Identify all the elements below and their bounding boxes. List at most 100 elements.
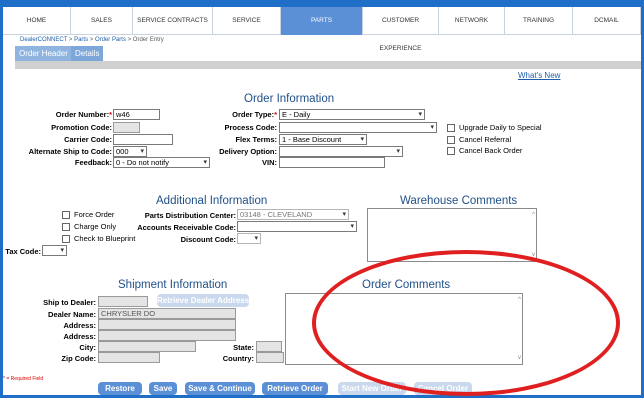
scroll-up-icon[interactable]: ^: [532, 212, 535, 218]
ship-to-dealer-input[interactable]: [98, 296, 148, 307]
breadcrumb-order-parts[interactable]: Order Parts: [95, 37, 126, 43]
nav-training[interactable]: TRAINING: [505, 7, 573, 35]
scroll-down-icon[interactable]: v: [518, 355, 521, 361]
nav-service[interactable]: SERVICE: [213, 7, 281, 35]
order-number-input[interactable]: w46: [113, 109, 160, 120]
tax-code-select[interactable]: ▾: [42, 245, 67, 256]
shipment-information-heading: Shipment Information: [118, 279, 228, 291]
address2-input[interactable]: [98, 330, 236, 341]
start-new-order-button[interactable]: Start New Order: [338, 382, 406, 395]
cancel-back-order-checkbox[interactable]: [447, 147, 455, 155]
scroll-down-icon[interactable]: v: [532, 252, 535, 258]
nav-sales[interactable]: SALES: [71, 7, 133, 35]
order-comments-textarea[interactable]: ^ v: [285, 293, 523, 365]
breadcrumb-parts[interactable]: Parts: [74, 37, 88, 43]
alt-ship-code-select[interactable]: 000 ▾: [113, 146, 147, 157]
feedback-value: 0 - Do not notify: [116, 158, 169, 167]
delivery-option-label: Delivery Option:: [219, 147, 277, 156]
nav-parts[interactable]: PARTS: [281, 7, 363, 35]
order-number-label-text: Order Number:: [55, 110, 110, 119]
breadcrumb-sep: >: [125, 37, 133, 43]
ar-code-select[interactable]: ▾: [237, 221, 357, 232]
delivery-option-select[interactable]: ▾: [279, 146, 403, 157]
dealer-name-value: CHRYSLER DO: [101, 309, 156, 318]
pdc-select[interactable]: 03148 - CLEVELAND ▾: [237, 209, 349, 220]
flex-terms-value: 1 - Base Discount: [282, 135, 342, 144]
chevron-down-icon: ▾: [203, 159, 207, 166]
alt-ship-code-label: Alternate Ship to Code:: [28, 147, 112, 156]
cancel-order-button[interactable]: Cancel Order: [414, 382, 472, 395]
order-type-select[interactable]: E - Daily ▾: [279, 109, 425, 120]
check-blueprint-label: Check to Blueprint: [74, 234, 136, 243]
discount-code-label: Discount Code:: [180, 235, 236, 244]
main-nav: HOME SALES SERVICE CONTRACTS SERVICE PAR…: [3, 7, 641, 52]
nav-service-contracts[interactable]: SERVICE CONTRACTS: [133, 7, 213, 35]
breadcrumb: DealerCONNECT > Parts > Order Parts > Or…: [20, 37, 164, 43]
check-blueprint-checkbox[interactable]: [62, 235, 70, 243]
address2-label: Address:: [63, 332, 96, 341]
nav-customer-experience[interactable]: CUSTOMER EXPERIENCE: [363, 7, 439, 52]
tab-underline-bar: [15, 61, 641, 69]
vin-label: VIN:: [262, 158, 277, 167]
retrieve-order-button[interactable]: Retrieve Order: [262, 382, 328, 395]
order-type-label: Order Type:*: [205, 110, 277, 119]
warehouse-comments-textarea[interactable]: ^ v: [367, 208, 537, 262]
feedback-label: Feedback:: [74, 158, 112, 167]
pdc-label: Parts Distribution Center:: [144, 211, 236, 220]
promotion-code-input[interactable]: [113, 122, 140, 133]
tab-order-header[interactable]: Order Header: [15, 46, 72, 61]
flex-terms-label: Flex Terms:: [235, 135, 277, 144]
chevron-down-icon: ▾: [360, 136, 364, 143]
restore-button[interactable]: Restore: [98, 382, 142, 395]
address1-label: Address:: [63, 321, 96, 330]
cancel-back-order-label: Cancel Back Order: [459, 146, 523, 155]
state-input[interactable]: [256, 341, 282, 352]
vin-input[interactable]: [279, 157, 385, 168]
nav-home[interactable]: HOME: [3, 7, 71, 35]
required-field-note: * = Required Field: [3, 376, 44, 382]
pdc-value: 03148 - CLEVELAND: [240, 210, 313, 219]
breadcrumb-dealerconnect[interactable]: DealerCONNECT: [20, 37, 67, 43]
discount-code-select[interactable]: ▾: [237, 233, 261, 244]
upgrade-daily-label: Upgrade Daily to Special: [459, 123, 542, 132]
city-input[interactable]: [98, 341, 196, 352]
carrier-code-input[interactable]: [113, 134, 173, 145]
process-code-select[interactable]: ▾: [279, 122, 437, 133]
scroll-up-icon[interactable]: ^: [518, 297, 521, 303]
order-type-label-text: Order Type:: [232, 110, 275, 119]
save-button[interactable]: Save: [149, 382, 177, 395]
address1-input[interactable]: [98, 319, 236, 330]
chevron-down-icon: ▾: [350, 223, 354, 230]
breadcrumb-sep: >: [88, 37, 95, 43]
upgrade-daily-checkbox[interactable]: [447, 124, 455, 132]
flex-terms-select[interactable]: 1 - Base Discount ▾: [279, 134, 367, 145]
warehouse-comments-heading: Warehouse Comments: [400, 195, 518, 207]
cancel-referral-label: Cancel Referral: [459, 135, 512, 144]
chevron-down-icon: ▾: [60, 247, 64, 254]
required-marker: *: [274, 110, 277, 119]
chevron-down-icon: ▾: [140, 148, 144, 155]
tax-code-label: Tax Code:: [5, 247, 41, 256]
nav-dcmail[interactable]: DCMAIL: [573, 7, 641, 35]
chevron-down-icon: ▾: [418, 111, 422, 118]
country-input[interactable]: [256, 352, 284, 363]
save-and-continue-button[interactable]: Save & Continue: [185, 382, 255, 395]
feedback-select[interactable]: 0 - Do not notify ▾: [113, 157, 210, 168]
whats-new-link[interactable]: What's New: [518, 71, 560, 80]
required-marker: *: [109, 110, 112, 119]
retrieve-dealer-address-button[interactable]: Retrieve Dealer Address: [157, 294, 249, 307]
tab-details[interactable]: Details: [71, 46, 104, 61]
force-order-checkbox[interactable]: [62, 211, 70, 219]
country-label: Country:: [222, 354, 254, 363]
dealer-name-input[interactable]: CHRYSLER DO: [98, 308, 236, 319]
alt-ship-code-value: 000: [116, 147, 129, 156]
nav-network[interactable]: NETWORK: [439, 7, 505, 35]
charge-only-checkbox[interactable]: [62, 223, 70, 231]
ship-to-dealer-label: Ship to Dealer:: [43, 298, 96, 307]
ar-code-label: Accounts Receivable Code:: [137, 223, 236, 232]
cancel-referral-checkbox[interactable]: [447, 136, 455, 144]
zip-code-input[interactable]: [98, 352, 160, 363]
order-type-value: E - Daily: [282, 110, 311, 119]
top-bar: [0, 0, 644, 7]
chevron-down-icon: ▾: [430, 124, 434, 131]
